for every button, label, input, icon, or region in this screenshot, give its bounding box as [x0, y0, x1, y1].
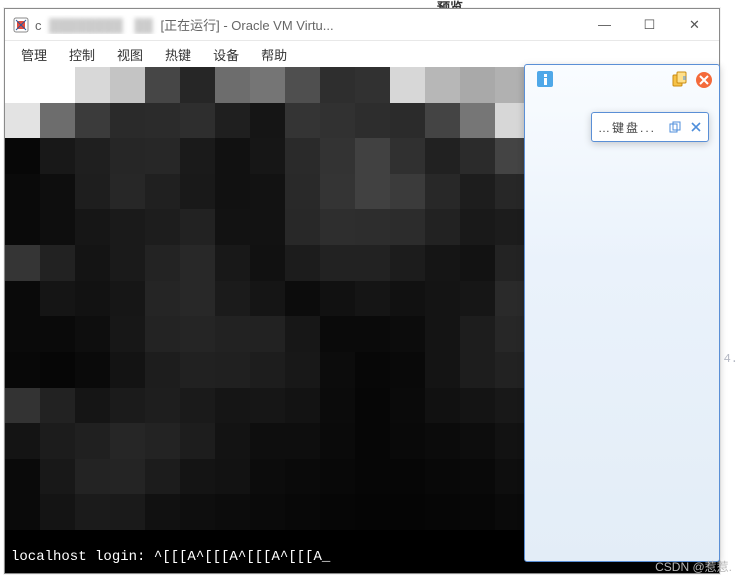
- menu-control[interactable]: 控制: [59, 42, 105, 67]
- keyboard-tip[interactable]: …键盘...: [591, 112, 709, 142]
- tip-copy-icon[interactable]: [668, 121, 681, 134]
- vbox-app-icon: [13, 17, 29, 33]
- menu-manage[interactable]: 管理: [11, 42, 57, 67]
- cancel-icon[interactable]: [695, 71, 713, 92]
- titlebar[interactable]: c ████████ ██ [正在运行] - Oracle VM Virtu..…: [5, 9, 719, 41]
- window-title: c ████████ ██ [正在运行] - Oracle VM Virtu..…: [35, 15, 582, 34]
- info-icon: [535, 69, 555, 89]
- menu-help[interactable]: 帮助: [251, 42, 297, 67]
- menu-devices[interactable]: 设备: [203, 42, 249, 67]
- keyboard-tip-label: …键盘...: [598, 119, 668, 136]
- tip-close-icon[interactable]: [689, 121, 702, 134]
- minimize-button[interactable]: —: [582, 10, 627, 40]
- pixelated-area: [5, 67, 565, 530]
- bg-text-fragment: 4.: [724, 352, 738, 366]
- window-controls: — ☐ ✕: [582, 10, 717, 40]
- watermark: CSDN @惹惹.: [655, 558, 732, 575]
- copy-settings-icon[interactable]: [671, 71, 689, 92]
- menu-hotkeys[interactable]: 热键: [155, 42, 201, 67]
- login-prompt: localhost login: ^[[[A^[[[A^[[[A^[[[A_: [11, 549, 330, 565]
- maximize-button[interactable]: ☐: [627, 10, 672, 40]
- menu-view[interactable]: 视图: [107, 42, 153, 67]
- close-button[interactable]: ✕: [672, 10, 717, 40]
